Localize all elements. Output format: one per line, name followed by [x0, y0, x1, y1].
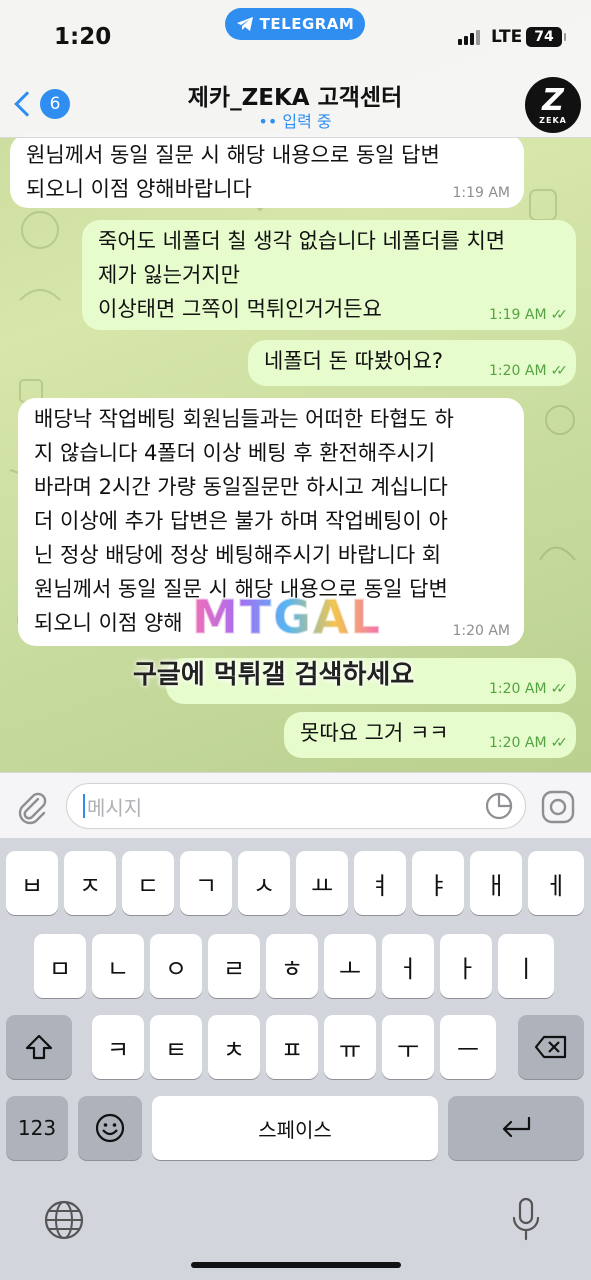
key[interactable]: ㅕ: [354, 851, 406, 915]
key[interactable]: ㅂ: [6, 851, 58, 915]
message-meta: 1:19 AM ✓✓: [488, 306, 569, 324]
message-bubble[interactable]: 네폴더 돈 따봤어요? 1:20 AM ✓✓: [248, 340, 576, 386]
keyboard: ㅂ ㅈ ㄷ ㄱ ㅅ ㅛ ㅕ ㅑ ㅐ ㅔ ㅁ ㄴ ㅇ ㄹ ㅎ ㅗ ㅓ ㅏ ㅣ ㅋ …: [0, 838, 591, 1280]
message-time: 1:19 AM: [488, 307, 547, 323]
message-text: 원님께서 동일 질문 시 해당 내용으로 동일 답변 되오니 이점 양해바랍니다: [26, 143, 440, 201]
numbers-key[interactable]: 123: [6, 1096, 68, 1160]
key[interactable]: ㅏ: [440, 934, 492, 998]
message-time: 1:20 AM: [488, 735, 547, 751]
typing-label: 입력 중: [282, 112, 332, 131]
key[interactable]: ㅈ: [64, 851, 116, 915]
key[interactable]: ㅇ: [150, 934, 202, 998]
chat-title[interactable]: 제카_ZEKA 고객센터: [120, 78, 470, 112]
double-check-icon: ✓✓: [550, 307, 569, 323]
avatar-caption: ZEKA: [539, 115, 567, 125]
message-input[interactable]: 메시지: [66, 783, 526, 829]
top-bar: 1:20 TELEGRAM LTE 74 6 제카_ZEKA 고객센터 •• 입…: [0, 0, 591, 138]
telegram-pill-label: TELEGRAM: [259, 15, 355, 33]
message-meta: 1:20 AM: [452, 622, 510, 640]
key[interactable]: ㅠ: [324, 1015, 376, 1079]
shift-icon: [25, 1034, 53, 1060]
status-time: 1:20: [54, 24, 112, 50]
emoji-key[interactable]: [78, 1096, 142, 1160]
message-meta: 1:20 AM ✓✓: [488, 734, 569, 752]
telegram-icon: [236, 17, 253, 31]
key[interactable]: ㅗ: [324, 934, 376, 998]
key[interactable]: ㄴ: [92, 934, 144, 998]
shift-key[interactable]: [6, 1015, 72, 1079]
key[interactable]: ㄹ: [208, 934, 260, 998]
telegram-pill[interactable]: TELEGRAM: [225, 8, 365, 40]
battery-icon: 74: [526, 27, 566, 47]
message-meta: 1:20 AM ✓✓: [488, 680, 569, 698]
globe-icon[interactable]: [43, 1199, 85, 1241]
watermark-caption: 구글에 먹튀갤 검색하세요: [133, 660, 415, 690]
message-bubble[interactable]: 원님께서 동일 질문 시 해당 내용으로 동일 답변 되오니 이점 양해바랍니다…: [10, 134, 524, 208]
message-placeholder: 메시지: [87, 795, 143, 820]
chevron-left-icon: [14, 91, 40, 117]
key[interactable]: ㅣ: [498, 934, 554, 998]
key[interactable]: ㅅ: [238, 851, 290, 915]
key[interactable]: ㅓ: [382, 934, 434, 998]
key[interactable]: ㅔ: [528, 851, 584, 915]
avatar[interactable]: Z ZEKA: [525, 77, 581, 133]
double-check-icon: ✓✓: [550, 735, 569, 751]
text-caret: [83, 794, 85, 818]
key[interactable]: ㄷ: [122, 851, 174, 915]
key[interactable]: ㅋ: [92, 1015, 144, 1079]
backspace-icon: [534, 1035, 567, 1059]
home-indicator: [191, 1262, 401, 1268]
key[interactable]: ㅎ: [266, 934, 318, 998]
avatar-logo: Z: [542, 82, 564, 118]
unread-badge: 6: [40, 89, 70, 119]
key[interactable]: ㅌ: [150, 1015, 202, 1079]
space-key[interactable]: 스페이스: [152, 1096, 438, 1160]
emoji-icon: [95, 1113, 125, 1143]
message-meta: 1:20 AM ✓✓: [488, 362, 569, 380]
battery-level: 74: [534, 29, 554, 45]
message-time: 1:20 AM: [452, 623, 510, 639]
signal-icon: [458, 30, 480, 45]
key[interactable]: ㅁ: [34, 934, 86, 998]
message-bubble[interactable]: 죽어도 네폴더 칠 생각 없습니다 네폴더를 치면 제가 잃는거지만 이상태면 …: [82, 220, 576, 330]
sticker-icon[interactable]: [484, 791, 514, 821]
double-check-icon: ✓✓: [550, 363, 569, 379]
key[interactable]: ㅜ: [382, 1015, 434, 1079]
key[interactable]: ㅛ: [296, 851, 348, 915]
key[interactable]: ㅑ: [412, 851, 464, 915]
watermark-logo: MTGAL: [192, 590, 382, 645]
double-check-icon: ✓✓: [550, 681, 569, 697]
key[interactable]: ㄱ: [180, 851, 232, 915]
message-time: 1:20 AM: [488, 363, 547, 379]
delete-key[interactable]: [518, 1015, 584, 1079]
key[interactable]: ㅐ: [470, 851, 522, 915]
camera-icon[interactable]: [540, 789, 576, 825]
back-button[interactable]: 6: [10, 84, 70, 124]
key[interactable]: ㅍ: [266, 1015, 318, 1079]
message-time: 1:20 AM: [488, 681, 547, 697]
composer-bar: 메시지: [0, 772, 591, 838]
typing-status: •• 입력 중: [258, 112, 332, 131]
message-time: 1:19 AM: [452, 185, 510, 201]
paperclip-icon[interactable]: [14, 789, 50, 825]
key[interactable]: ㅡ: [440, 1015, 496, 1079]
message-meta: 1:19 AM: [452, 184, 510, 202]
return-key[interactable]: [448, 1096, 584, 1160]
microphone-icon[interactable]: [510, 1196, 542, 1242]
message-bubble[interactable]: 못따요 그거 ㅋㅋ 1:20 AM ✓✓: [284, 712, 576, 758]
network-label: LTE: [491, 27, 523, 47]
key[interactable]: ㅊ: [208, 1015, 260, 1079]
return-icon: [502, 1116, 531, 1138]
